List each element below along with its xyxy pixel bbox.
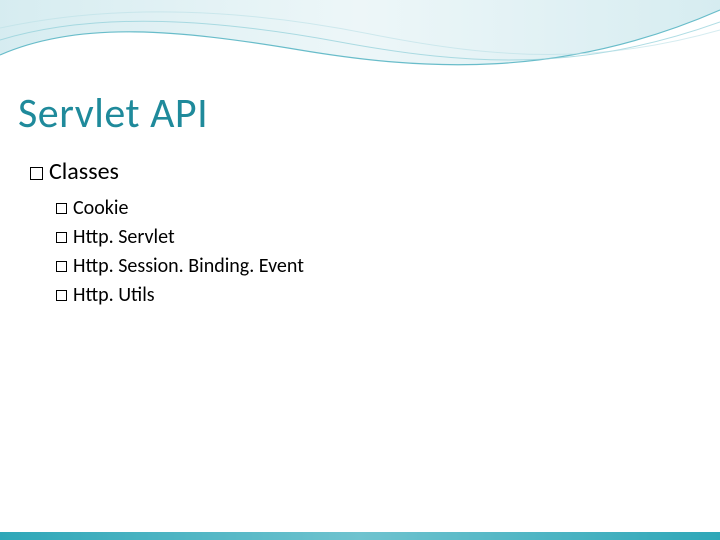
slide-content: Classes Cookie Http. Servlet Http. Sessi…: [30, 156, 304, 310]
decorative-bottom-bar: [0, 532, 720, 540]
list-item-label: Cookie: [73, 196, 128, 220]
square-bullet-icon: [56, 290, 67, 301]
list-item-label: Http. Servlet: [73, 225, 175, 249]
section-heading: Classes: [30, 156, 304, 188]
square-bullet-icon: [56, 261, 67, 272]
list-item-label: Http. Session. Binding. Event: [73, 254, 304, 278]
slide: Servlet API Classes Cookie Http. Servlet…: [0, 0, 720, 540]
list-item: Http. Utils: [56, 281, 304, 310]
slide-title: Servlet API: [18, 88, 208, 139]
section-label: Classes: [49, 157, 119, 186]
list-item: Http. Session. Binding. Event: [56, 252, 304, 281]
square-bullet-icon: [56, 232, 67, 243]
square-bullet-icon: [56, 203, 67, 214]
decorative-top-wave: [0, 0, 720, 90]
list-item: Cookie: [56, 194, 304, 223]
list-item: Http. Servlet: [56, 223, 304, 252]
square-bullet-icon: [30, 167, 43, 180]
list-item-label: Http. Utils: [73, 283, 155, 307]
